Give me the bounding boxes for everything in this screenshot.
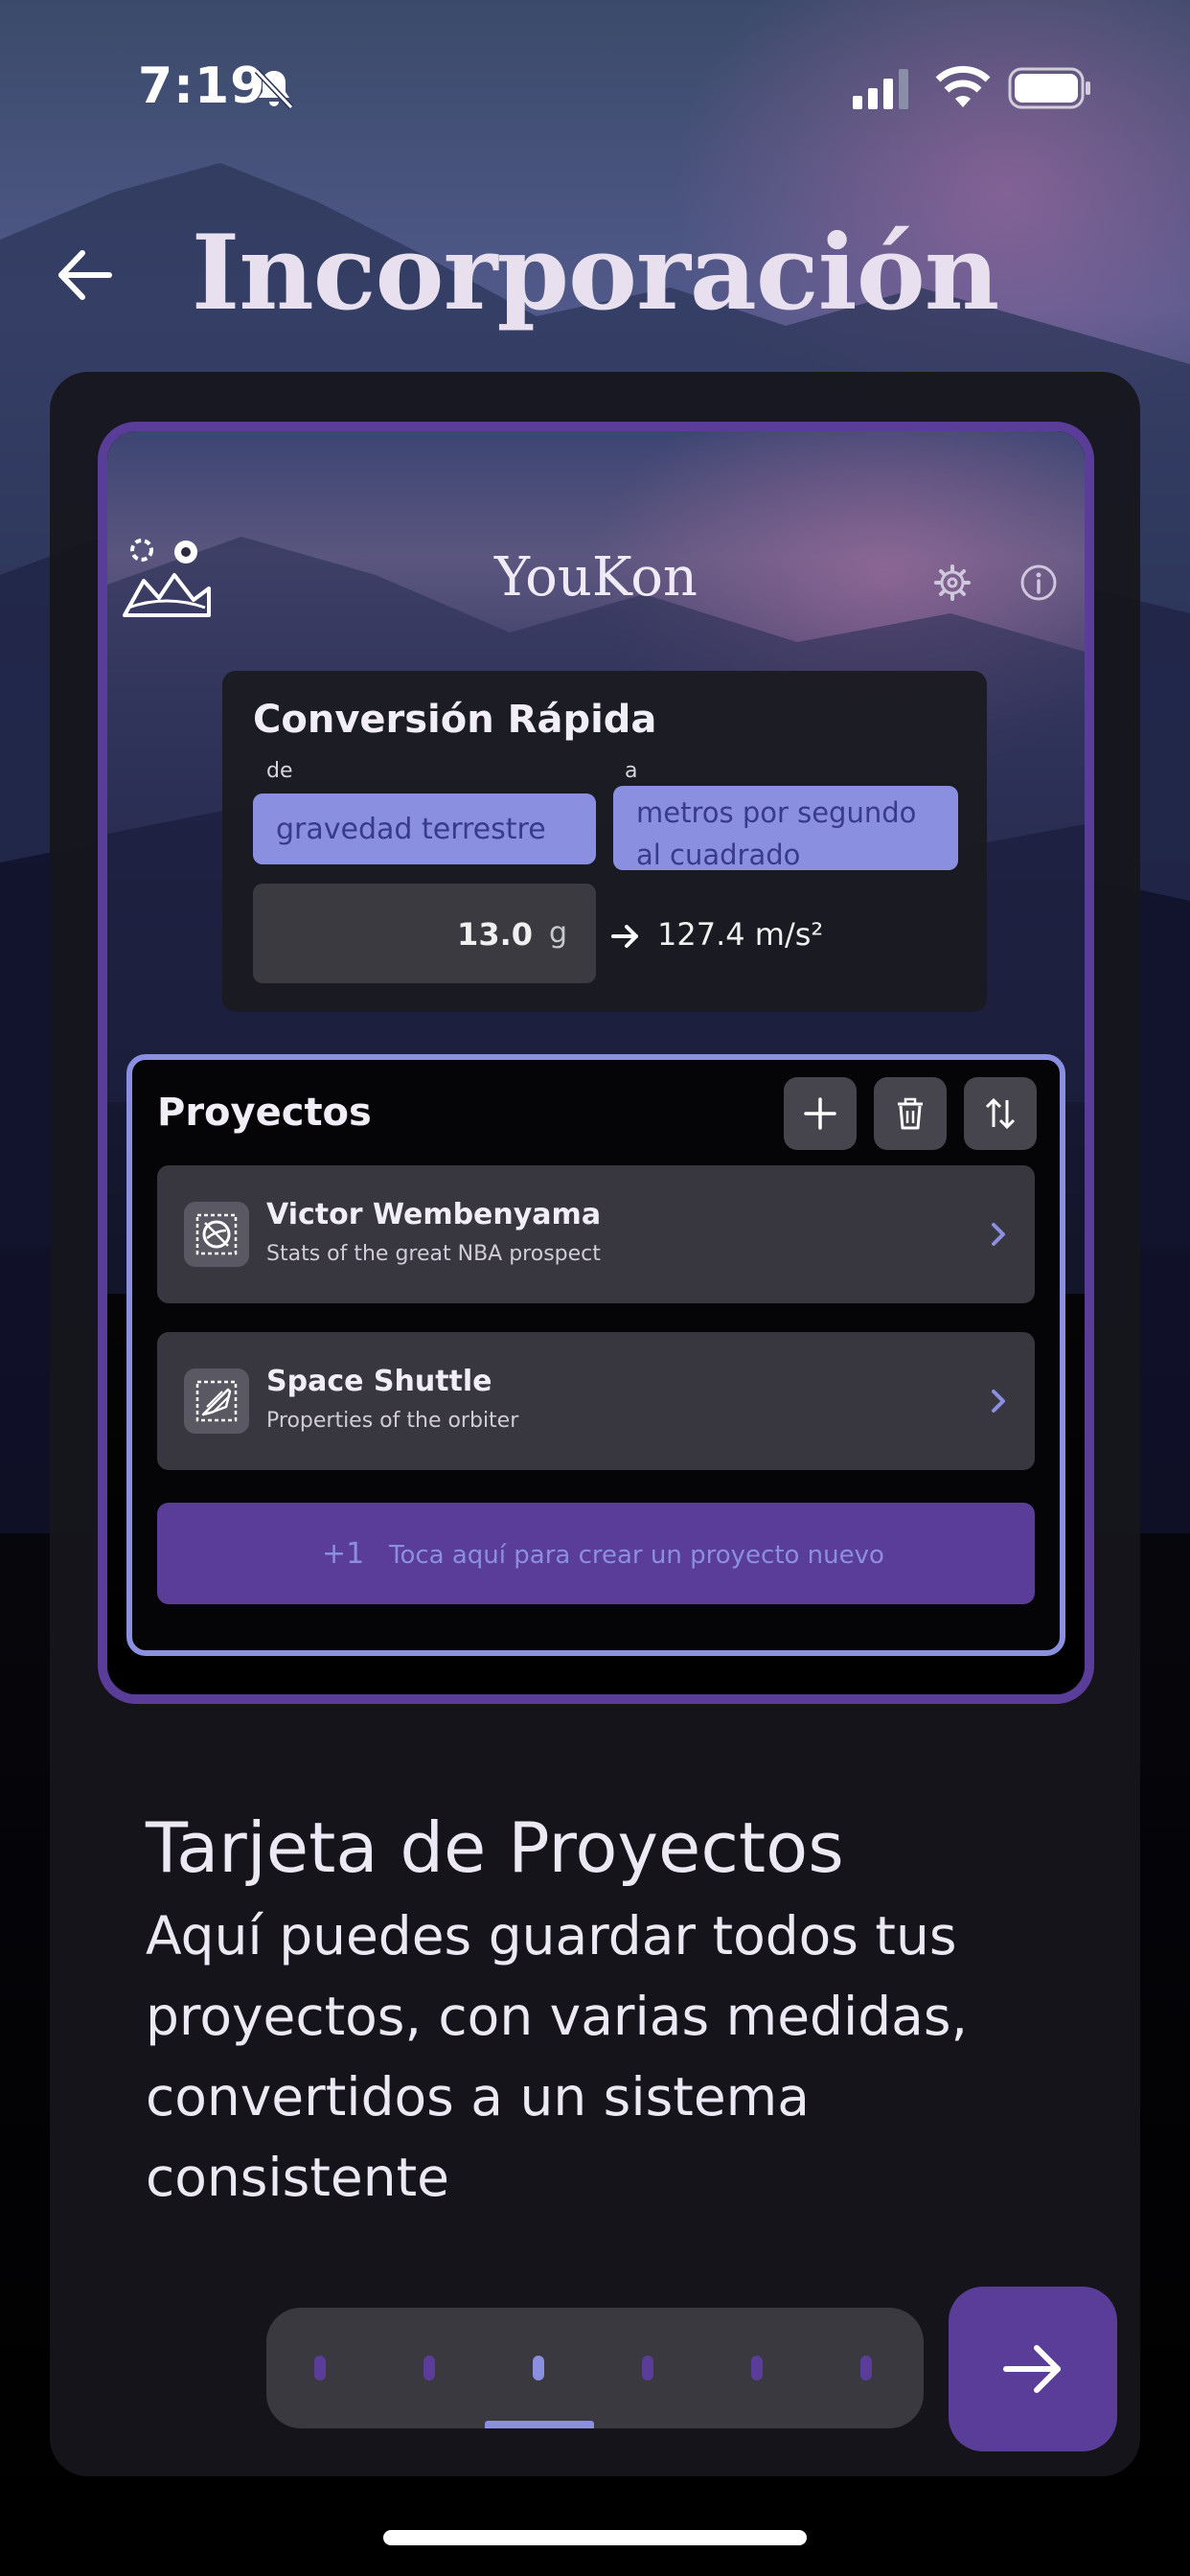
- quick-conversion-card: Conversión Rápida de a gravedad terrestr…: [222, 671, 987, 1012]
- project-description: Properties of the orbiter: [266, 1409, 519, 1433]
- next-button[interactable]: [949, 2287, 1117, 2451]
- input-value: 13.0: [457, 916, 533, 953]
- projects-card: Proyectos Victor Wembenyama Stats of the…: [126, 1054, 1065, 1656]
- conversion-value-input[interactable]: 13.0 g: [253, 884, 596, 983]
- project-icon: [184, 1368, 249, 1434]
- description-title: Tarjeta de Proyectos: [146, 1807, 844, 1888]
- project-name: Victor Wembenyama: [266, 1198, 602, 1231]
- page-dot[interactable]: [642, 2356, 653, 2380]
- page-title: Incorporación: [191, 213, 1000, 334]
- create-project-button[interactable]: +1 Toca aquí para crear un proyecto nuev…: [157, 1503, 1035, 1604]
- project-row[interactable]: Victor Wembenyama Stats of the great NBA…: [157, 1165, 1035, 1303]
- delete-project-button[interactable]: [874, 1077, 947, 1150]
- to-unit-selector[interactable]: metros por segundo al cuadrado: [613, 786, 958, 871]
- basketball-icon: [195, 1213, 238, 1255]
- new-project-plus: +1: [322, 1537, 365, 1571]
- chevron-right-icon: [992, 1223, 1005, 1246]
- arrow-right-icon: [1003, 2345, 1061, 2393]
- sort-projects-button[interactable]: [964, 1077, 1037, 1150]
- trash-icon: [898, 1097, 923, 1130]
- add-project-button[interactable]: [784, 1077, 857, 1150]
- page-dot[interactable]: [423, 2356, 435, 2380]
- project-description: Stats of the great NBA prospect: [266, 1242, 601, 1266]
- from-unit-selector[interactable]: gravedad terrestre: [253, 794, 596, 864]
- app-preview: YouKon Conversión Rápida de a gravedad t…: [98, 422, 1094, 1704]
- project-icon: [184, 1202, 249, 1267]
- battery-icon: [1008, 67, 1090, 109]
- bell-slash-icon: [254, 68, 294, 110]
- status-time: 7:19: [138, 58, 266, 115]
- project-row[interactable]: Space Shuttle Properties of the orbiter: [157, 1332, 1035, 1470]
- plus-icon: [804, 1097, 836, 1130]
- arrow-right-icon: [611, 925, 638, 948]
- to-label: a: [625, 759, 638, 783]
- cellular-signal-icon: [853, 69, 908, 109]
- chevron-right-icon: [992, 1390, 1005, 1413]
- info-icon[interactable]: [1019, 564, 1058, 602]
- home-indicator[interactable]: [383, 2530, 807, 2545]
- page-dot-active[interactable]: [533, 2356, 544, 2380]
- sort-arrows-icon: [985, 1097, 1016, 1130]
- active-page-underline: [485, 2421, 594, 2428]
- quick-conversion-title: Conversión Rápida: [253, 698, 657, 742]
- projects-title: Proyectos: [157, 1091, 372, 1135]
- project-name: Space Shuttle: [266, 1365, 492, 1398]
- from-label: de: [266, 759, 293, 783]
- status-bar: 7:19: [0, 0, 1190, 172]
- page-dot[interactable]: [860, 2356, 872, 2380]
- page-dot[interactable]: [751, 2356, 763, 2380]
- input-unit: g: [548, 916, 567, 950]
- description-card: Tarjeta de Proyectos Aquí puedes guardar…: [98, 1754, 1094, 2260]
- new-project-label: Toca aquí para crear un proyecto nuevo: [389, 1541, 884, 1570]
- page-dot[interactable]: [314, 2356, 326, 2380]
- conversion-result: 127.4 m/s²: [657, 916, 824, 953]
- shuttle-blueprint-icon: [195, 1380, 238, 1422]
- wifi-icon: [935, 65, 991, 107]
- settings-gear-icon[interactable]: [933, 564, 972, 602]
- page-indicator: [266, 2308, 924, 2428]
- description-body: Aquí puedes guardar todos tus proyectos,…: [146, 1905, 969, 2208]
